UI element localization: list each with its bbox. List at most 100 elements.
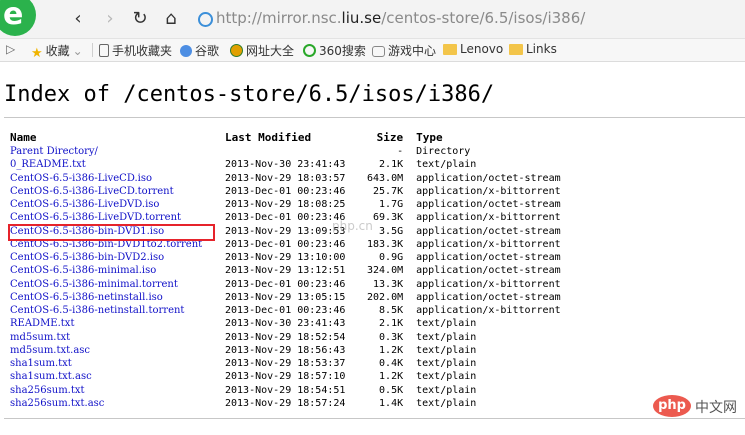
url-text[interactable]: http://mirror.nsc.liu.se/centos-store/6.… xyxy=(216,9,585,27)
table-row: CentOS-6.5-i386-LiveDVD.iso 2013-Nov-29 1… xyxy=(10,198,596,211)
file-name-link[interactable]: CentOS-6.5-i386-LiveCD.iso xyxy=(10,173,152,184)
bookmark-label: Lenovo xyxy=(460,42,504,56)
table-row: sha256sum.txt.asc 2013-Nov-29 18:57:24 1.4… xyxy=(10,397,596,410)
table-row: sha256sum.txt 2013-Nov-29 18:54:51 0.5K tex… xyxy=(10,384,596,397)
bookmark-mobile[interactable]: 手机收藏夹 xyxy=(99,42,172,59)
table-row: sha1sum.txt 2013-Nov-29 18:53:37 0.4K text/… xyxy=(10,357,596,370)
file-name-link[interactable]: CentOS-6.5-i386-minimal.iso xyxy=(10,265,156,276)
folder-icon xyxy=(443,44,457,55)
browser-logo-icon[interactable]: e xyxy=(0,0,36,36)
reload-button[interactable]: ↻ xyxy=(129,8,151,30)
table-row: CentOS-6.5-i386-LiveCD.iso 2013-Nov-29 18… xyxy=(10,172,596,185)
file-modified: 2013-Nov-29 18:56:43 xyxy=(225,344,346,356)
file-type: text/plain xyxy=(416,159,477,171)
bookmarks-bar: ▷ ★ 收藏 ⌄ 手机收藏夹 谷歌 网址大全 360搜索 游戏中心 Lenovo L… xyxy=(0,39,745,62)
table-row: 0_README.txt 2013-Nov-30 23:41:43 2.1K text… xyxy=(10,158,596,171)
sidebar-toggle-icon[interactable]: ▷ xyxy=(6,42,15,56)
file-type: text/plain xyxy=(416,318,477,330)
file-modified: 2013-Nov-29 13:10:00 xyxy=(225,252,346,264)
file-size: 2.1K xyxy=(379,159,404,171)
file-modified: 2013-Nov-29 18:57:24 xyxy=(225,397,346,409)
column-header-modified[interactable]: Last Modified xyxy=(225,130,367,145)
table-row: md5sum.txt 2013-Nov-29 18:52:54 0.3K text/p… xyxy=(10,331,596,344)
file-size: 202.0M xyxy=(367,291,404,303)
file-list: Parent Directory/ - Directory 0_README.txt 2… xyxy=(10,145,596,410)
file-modified: 2013-Nov-29 18:52:54 xyxy=(225,331,346,343)
file-size: 69.3K xyxy=(373,212,404,224)
bookmark-label: 收藏 xyxy=(45,44,70,58)
column-header-size[interactable]: Size xyxy=(367,130,416,145)
bookmark-game-center[interactable]: 游戏中心 xyxy=(372,42,436,59)
file-type: application/octet-stream xyxy=(416,252,561,264)
file-name-link[interactable]: sha1sum.txt xyxy=(10,358,72,369)
file-type: Directory xyxy=(416,146,471,158)
table-row: CentOS-6.5-i386-minimal.iso 2013-Nov-29 1… xyxy=(10,264,596,277)
bookmark-favorites[interactable]: ★ 收藏 ⌄ xyxy=(31,42,83,61)
file-name-link[interactable]: md5sum.txt xyxy=(10,332,70,343)
bookmark-360-search[interactable]: 360搜索 xyxy=(303,42,366,59)
url-path: /centos-store/6.5/isos/i386/ xyxy=(381,9,586,27)
bookmark-label: Links xyxy=(526,42,557,56)
file-name-link[interactable]: sha256sum.txt xyxy=(10,385,85,396)
home-button[interactable]: ⌂ xyxy=(160,8,182,30)
file-modified: 2013-Dec-01 00:23:46 xyxy=(225,305,346,317)
file-name-link[interactable]: Parent Directory/ xyxy=(10,146,98,157)
file-name-link[interactable]: sha256sum.txt.asc xyxy=(10,398,104,409)
back-button[interactable]: ‹ xyxy=(67,8,89,30)
bookmark-lenovo[interactable]: Lenovo xyxy=(443,42,503,56)
bookmark-label: 游戏中心 xyxy=(388,44,437,58)
file-name-link[interactable]: CentOS-6.5-i386-LiveCD.torrent xyxy=(10,186,174,197)
file-name-link[interactable]: CentOS-6.5-i386-minimal.torrent xyxy=(10,279,178,290)
url-domain: liu.se xyxy=(341,9,382,27)
php-logo-icon: php xyxy=(653,395,691,417)
file-name-link[interactable]: CentOS-6.5-i386-bin-DVD2.iso xyxy=(10,252,164,263)
file-size: 0.4K xyxy=(379,358,404,370)
globe-icon xyxy=(230,44,243,57)
bookmark-label: 360搜索 xyxy=(319,44,366,58)
column-header-name[interactable]: Name xyxy=(10,130,225,145)
table-row: sha1sum.txt.asc 2013-Nov-29 18:57:10 1.2K t… xyxy=(10,370,596,383)
bottom-divider xyxy=(4,418,745,419)
file-type: text/plain xyxy=(416,384,477,396)
file-name-link[interactable]: CentOS-6.5-i386-netinstall.torrent xyxy=(10,305,184,316)
page-security-icon xyxy=(198,12,213,27)
file-modified: 2013-Dec-01 00:23:46 xyxy=(225,185,346,197)
gamepad-icon xyxy=(372,46,385,57)
360-icon xyxy=(303,44,316,57)
address-bar[interactable]: http://mirror.nsc.liu.se/centos-store/6.… xyxy=(192,7,745,31)
bookmark-links[interactable]: Links xyxy=(509,42,557,56)
file-modified xyxy=(225,145,367,158)
file-name-link[interactable]: CentOS-6.5-i386-LiveDVD.torrent xyxy=(10,212,181,223)
forward-button[interactable]: › xyxy=(99,8,121,30)
file-modified: 2013-Nov-29 18:03:57 xyxy=(225,172,346,184)
browser-toolbar: e ‹ › ↻ ⌂ http://mirror.nsc.liu.se/cento… xyxy=(0,0,745,39)
bookmark-google[interactable]: 谷歌 xyxy=(180,42,219,59)
file-name-link[interactable]: CentOS-6.5-i386-LiveDVD.iso xyxy=(10,199,159,210)
file-modified: 2013-Nov-30 23:41:43 xyxy=(225,159,346,171)
file-name-link[interactable]: README.txt xyxy=(10,318,74,329)
file-type: application/x-bittorrent xyxy=(416,238,561,250)
file-name-link[interactable]: sha1sum.txt.asc xyxy=(10,371,92,382)
file-type: text/plain xyxy=(416,397,477,409)
file-size: 8.5K xyxy=(379,305,404,317)
table-row: CentOS-6.5-i386-LiveDVD.torrent 2013-Dec-… xyxy=(10,211,596,224)
bookmark-url-directory[interactable]: 网址大全 xyxy=(230,42,294,59)
page-title: Index of /centos-store/6.5/isos/i386/ xyxy=(4,82,495,107)
file-size: 2.1K xyxy=(379,318,404,330)
file-type: application/octet-stream xyxy=(416,172,561,184)
file-modified: 2013-Nov-29 18:57:10 xyxy=(225,371,346,383)
file-type: application/octet-stream xyxy=(416,225,561,237)
file-modified: 2013-Nov-29 13:12:51 xyxy=(225,265,346,277)
column-header-type[interactable]: Type xyxy=(416,130,596,145)
file-type: text/plain xyxy=(416,371,477,383)
file-modified: 2013-Nov-29 18:53:37 xyxy=(225,358,346,370)
file-name-link[interactable]: md5sum.txt.asc xyxy=(10,345,90,356)
table-row: CentOS-6.5-i386-minimal.torrent 2013-Dec-… xyxy=(10,278,596,291)
file-type: application/x-bittorrent xyxy=(416,278,561,290)
bookmark-label: 网址大全 xyxy=(246,44,295,58)
file-size: 1.4K xyxy=(379,397,404,409)
file-name-link[interactable]: 0_README.txt xyxy=(10,159,86,170)
browser-logo-letter: e xyxy=(3,0,24,32)
file-name-link[interactable]: CentOS-6.5-i386-netinstall.iso xyxy=(10,292,163,303)
file-size: 643.0M xyxy=(367,172,404,184)
